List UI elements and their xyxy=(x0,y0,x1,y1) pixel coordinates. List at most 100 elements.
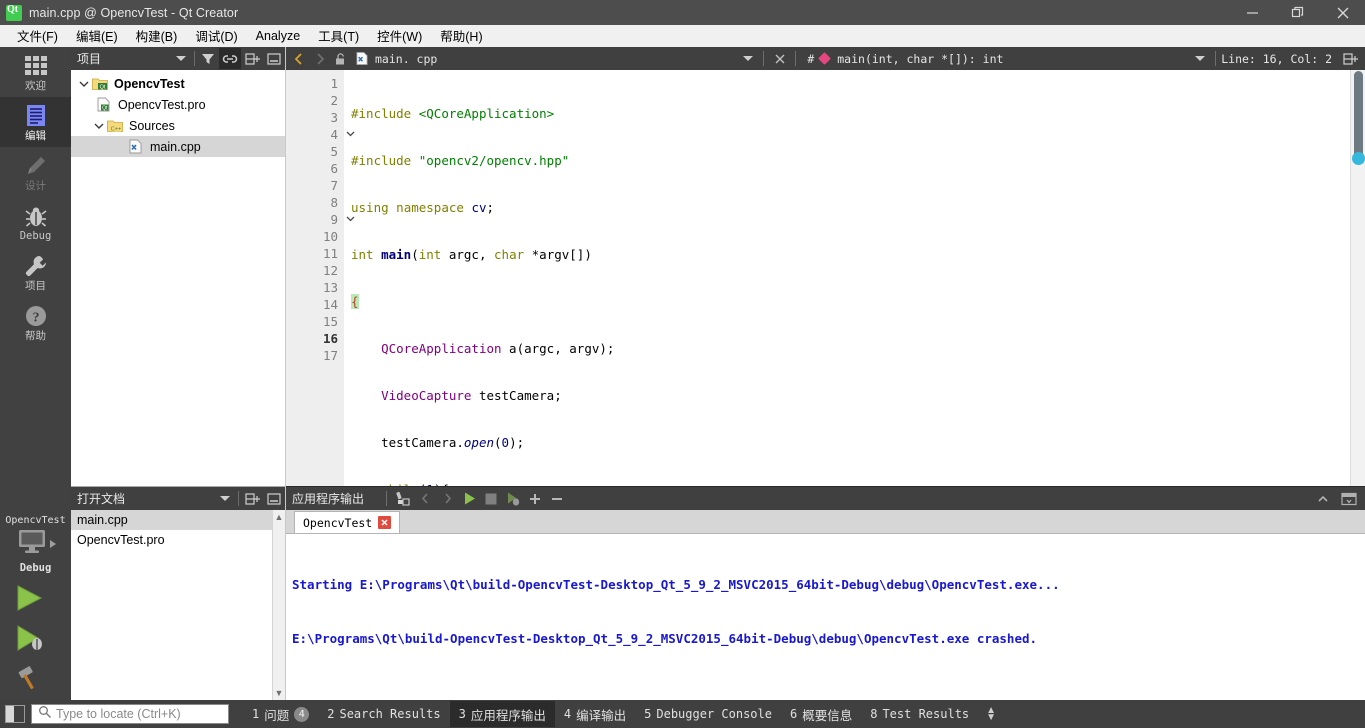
kit-selector[interactable]: OpencvTest Debug xyxy=(0,515,71,580)
panel-dropdown-icon[interactable] xyxy=(214,488,236,509)
menu-analyze[interactable]: Analyze xyxy=(247,27,309,45)
status-tab-application-output[interactable]: 3 应用程序输出 xyxy=(449,701,555,727)
open-documents-panel: 打开文档 main.cpp OpencvTest.pro ▲ ▼ xyxy=(71,486,285,700)
menu-file[interactable]: 文件(F) xyxy=(8,24,67,47)
link-icon[interactable] xyxy=(219,48,241,69)
editor-file-chip[interactable]: main. cpp xyxy=(351,51,437,66)
collapse-icon[interactable] xyxy=(1312,488,1334,510)
status-tab-issues[interactable]: 1 问题 4 xyxy=(243,701,318,727)
scroll-up-arrow-icon[interactable]: ▲ xyxy=(273,510,285,524)
close-button[interactable] xyxy=(1320,0,1365,25)
status-tab-debugger-console[interactable]: 5 Debugger Console xyxy=(635,701,781,727)
close-icon[interactable] xyxy=(263,48,285,69)
locator-placeholder: Type to locate (Ctrl+K) xyxy=(56,707,181,721)
output-pane-updown-icon[interactable]: ▲ ▼ xyxy=(986,706,996,723)
symbol-combo-arrow-icon[interactable] xyxy=(1189,48,1210,69)
navigate-back-button[interactable] xyxy=(288,48,309,69)
mode-welcome[interactable]: 欢迎 xyxy=(0,47,71,97)
debug-button[interactable] xyxy=(0,620,71,660)
close-icon[interactable] xyxy=(263,488,285,509)
line-number: 12 xyxy=(322,263,338,278)
code-line: VideoCapture testCamera; xyxy=(381,388,562,403)
split-icon[interactable] xyxy=(241,48,263,69)
menu-help[interactable]: 帮助(H) xyxy=(431,24,491,47)
mode-selector-sidebar: 欢迎 编辑 设计 Debug 项目 ? 帮助 OpencvTest Debug xyxy=(0,47,71,700)
file-combo-arrow-icon[interactable] xyxy=(737,48,758,69)
fold-chevron-icon[interactable] xyxy=(346,214,355,226)
menu-window[interactable]: 控件(W) xyxy=(368,24,431,47)
editor-scrollbar[interactable] xyxy=(1350,70,1365,486)
output-panel-right-buttons xyxy=(1312,488,1365,510)
expand-chevron-icon[interactable] xyxy=(75,79,92,89)
pro-file-icon: Qt xyxy=(96,97,113,112)
clear-icon[interactable] xyxy=(392,488,414,510)
zoom-in-icon[interactable] xyxy=(524,488,546,510)
mode-design[interactable]: 设计 xyxy=(0,147,71,197)
list-item[interactable]: OpencvTest.pro xyxy=(71,530,285,550)
line-number: 10 xyxy=(322,229,338,244)
split-editor-icon[interactable] xyxy=(1340,48,1361,69)
list-item[interactable]: main.cpp xyxy=(71,510,285,530)
tree-row[interactable]: C++ Sources xyxy=(71,115,285,136)
zoom-out-icon[interactable] xyxy=(546,488,568,510)
line-column-indicator[interactable]: Line: 16, Col: 2 xyxy=(1221,52,1332,66)
panel-dropdown-icon[interactable] xyxy=(170,48,192,69)
expand-chevron-icon[interactable] xyxy=(90,121,107,131)
maximize-button[interactable] xyxy=(1275,0,1320,25)
mode-help[interactable]: ? 帮助 xyxy=(0,297,71,347)
tree-row[interactable]: Qt OpencvTest.pro xyxy=(71,94,285,115)
status-badge: 4 xyxy=(294,706,310,722)
output-text-area[interactable]: Starting E:\Programs\Qt\build-OpencvTest… xyxy=(286,534,1365,700)
mode-projects[interactable]: 项目 xyxy=(0,247,71,297)
status-tab-search-results[interactable]: 2 Search Results xyxy=(318,701,449,727)
code-editor[interactable]: 1 2 3 4 5 6 7 8 9 10 11 12 13 14 15 16 1… xyxy=(286,70,1365,486)
output-tab[interactable]: OpencvTest xyxy=(294,511,401,533)
line-number-gutter: 1 2 3 4 5 6 7 8 9 10 11 12 13 14 15 16 1… xyxy=(286,70,355,486)
mode-debug[interactable]: Debug xyxy=(0,197,71,247)
project-panel-header: 项目 xyxy=(71,47,285,70)
build-button[interactable] xyxy=(0,660,71,700)
symbol-selector[interactable]: main(int, char *[]): int xyxy=(837,52,1003,66)
menu-tools[interactable]: 工具(T) xyxy=(309,24,368,47)
tab-number: 8 xyxy=(870,707,878,721)
editor-toolbar-right: Line: 16, Col: 2 xyxy=(1189,48,1365,69)
tree-row[interactable]: Qt OpencvTest xyxy=(71,73,285,94)
code-text[interactable]: #include <QCoreApplication> #include "op… xyxy=(344,70,1365,486)
tab-number: 4 xyxy=(563,707,572,721)
divider xyxy=(238,491,239,506)
code-line: using namespace cv; xyxy=(351,200,495,215)
status-tab-compile-output[interactable]: 4 编译输出 xyxy=(555,701,635,727)
next-item-button[interactable] xyxy=(436,488,458,510)
toggle-sidebar-icon[interactable] xyxy=(5,705,25,723)
navigate-forward-button[interactable] xyxy=(309,48,330,69)
close-icon[interactable] xyxy=(378,516,392,529)
menu-edit[interactable]: 编辑(E) xyxy=(67,24,127,47)
menu-debug[interactable]: 调试(D) xyxy=(186,24,246,47)
fold-chevron-icon[interactable] xyxy=(346,129,355,141)
close-document-button[interactable] xyxy=(769,48,790,69)
maximize-icon[interactable] xyxy=(1338,488,1360,510)
tab-number: 6 xyxy=(789,707,798,721)
minimize-button[interactable] xyxy=(1230,0,1275,25)
run-icon[interactable] xyxy=(458,488,480,510)
attach-debugger-icon[interactable] xyxy=(502,488,524,510)
locator-input[interactable]: Type to locate (Ctrl+K) xyxy=(31,704,229,724)
editor-scrollbar-thumb[interactable] xyxy=(1354,71,1363,161)
svg-text:?: ? xyxy=(32,310,39,325)
open-documents-scrollbar[interactable]: ▲ ▼ xyxy=(272,510,285,700)
stop-icon[interactable] xyxy=(480,488,502,510)
unlocked-icon[interactable] xyxy=(330,48,351,69)
tree-row[interactable]: main.cpp xyxy=(71,136,285,157)
menu-build[interactable]: 构建(B) xyxy=(127,24,187,47)
status-tab-general-messages[interactable]: 6 概要信息 xyxy=(781,701,861,727)
kit-icon-row xyxy=(0,528,71,561)
left-sidebar: 项目 Qt OpencvTest Qt OpencvTest.pro C++ S… xyxy=(71,47,286,700)
split-icon[interactable] xyxy=(241,488,263,509)
wrench-icon xyxy=(24,253,48,279)
filter-icon[interactable] xyxy=(197,48,219,69)
scroll-down-arrow-icon[interactable]: ▼ xyxy=(273,686,285,700)
prev-item-button[interactable] xyxy=(414,488,436,510)
status-tab-test-results[interactable]: 8 Test Results xyxy=(861,701,978,727)
run-button[interactable] xyxy=(0,580,71,620)
mode-edit[interactable]: 编辑 xyxy=(0,97,71,147)
